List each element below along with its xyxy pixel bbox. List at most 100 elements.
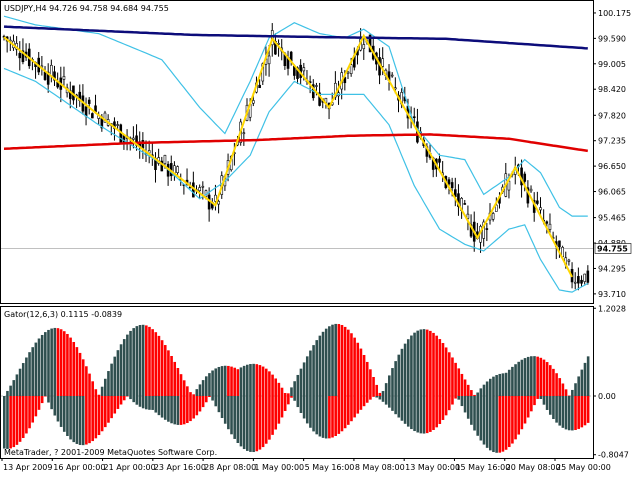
- gator-upper-bar: [296, 374, 300, 396]
- gator-lower-bar: [138, 395, 142, 407]
- gator-lower-bar: [15, 395, 19, 445]
- gator-lower-bar: [520, 395, 524, 430]
- gator-lower-bar: [482, 395, 486, 445]
- gator-lower-bar: [406, 395, 410, 427]
- candle-body: [463, 203, 467, 205]
- gator-upper-bar: [365, 361, 369, 396]
- gator-lower-bar: [173, 395, 177, 425]
- gator-lower-bar: [539, 395, 543, 400]
- gator-upper-bar: [353, 337, 356, 396]
- gator-upper-bar: [369, 369, 372, 396]
- candle-body: [548, 223, 552, 230]
- gator-upper-bar: [577, 376, 580, 396]
- gator-upper-bar: [198, 384, 202, 396]
- gator-upper-bar: [561, 383, 565, 396]
- gator-lower-bar: [574, 395, 577, 430]
- gator-lower-bar: [501, 395, 505, 452]
- gator-upper-bar: [261, 366, 265, 396]
- gator-upper-bar: [40, 334, 44, 396]
- gator-lower-bar: [422, 395, 426, 434]
- gator-upper-bar: [315, 340, 319, 396]
- candle-body: [50, 64, 53, 77]
- gator-lower-bar: [103, 395, 107, 428]
- gator-upper-bar: [230, 366, 233, 396]
- gator-upper-bar: [220, 366, 224, 396]
- gator-upper-bar: [293, 381, 296, 396]
- gator-lower-bar: [476, 395, 479, 436]
- gator-lower-bar: [195, 395, 199, 416]
- gator-upper-bar: [132, 328, 135, 396]
- x-tick-label: 20 May 08:00: [506, 463, 561, 472]
- price-tick-label: 96.650: [598, 162, 626, 171]
- price-tick-label: 96.065: [598, 188, 626, 197]
- gator-lower-bar: [485, 395, 489, 448]
- gator-upper-bar: [135, 326, 139, 396]
- gator-lower-bar: [3, 395, 6, 449]
- gator-upper-bar: [470, 390, 473, 396]
- gator-upper-bar: [227, 365, 230, 396]
- gator-lower-bar: [457, 395, 461, 400]
- gator-lower-bar: [473, 395, 476, 431]
- candle-body: [567, 259, 571, 262]
- gator-upper-bar: [406, 339, 410, 396]
- gator-upper-bar: [552, 368, 555, 396]
- gator-lower-bar: [321, 395, 325, 438]
- gator-lower-bar: [552, 395, 555, 420]
- gator-lower-bar: [182, 395, 186, 425]
- gator-upper-bar: [432, 332, 435, 396]
- candle-body: [18, 53, 22, 59]
- gator-lower-bar: [214, 395, 218, 407]
- gator-upper-bar: [309, 350, 312, 396]
- gator-upper-bar: [214, 368, 218, 396]
- price-tick-label: 97.820: [598, 111, 626, 120]
- gator-upper-bar: [160, 340, 164, 396]
- gator-upper-bar: [495, 375, 498, 396]
- gator-upper-bar: [526, 356, 530, 396]
- gator-upper-bar: [283, 393, 287, 396]
- gator-lower-bar: [331, 395, 334, 438]
- price-tick-label: 97.235: [598, 137, 626, 146]
- gator-upper-bar: [78, 352, 82, 396]
- gator-lower-bar: [258, 395, 262, 450]
- price-chart-header: USDJPY,H4 94.726 94.758 94.684 94.755: [4, 4, 169, 13]
- candle-body: [43, 71, 47, 80]
- candle-body: [545, 221, 549, 224]
- gator-upper-bar: [116, 350, 120, 396]
- price-tick-label: 99.005: [598, 60, 626, 69]
- gator-upper-bar: [545, 362, 549, 396]
- gator-lower-bar: [50, 395, 53, 410]
- gator-upper-bar: [340, 325, 344, 396]
- gator-lower-bar: [400, 395, 404, 421]
- gator-upper-bar: [264, 368, 268, 396]
- gator-upper-bar: [350, 333, 353, 396]
- gator-lower-bar: [388, 395, 391, 408]
- gator-upper-bar: [331, 324, 334, 396]
- gator-lower-bar: [274, 395, 278, 430]
- gator-upper-bar: [533, 356, 536, 396]
- gator-upper-bar: [56, 328, 60, 396]
- gator-lower-bar: [252, 395, 255, 453]
- gator-upper-bar: [479, 388, 483, 396]
- gator-upper-bar: [204, 376, 208, 396]
- gator-upper-bar: [454, 362, 457, 396]
- gator-upper-bar: [536, 356, 539, 396]
- x-tick-label: 21 Apr 00:00: [104, 463, 156, 472]
- gator-lower-bar: [246, 395, 249, 451]
- gator-upper-bar: [148, 326, 151, 396]
- gator-lower-bar: [511, 395, 514, 444]
- gator-lower-bar: [264, 395, 268, 444]
- gator-lower-bar: [324, 395, 328, 439]
- gator-tick-label: 1.2028: [598, 304, 626, 313]
- candle-body: [491, 213, 495, 220]
- gator-lower-bar: [548, 395, 552, 415]
- gator-upper-bar: [413, 332, 416, 396]
- gator-tick-label: 0.00: [598, 392, 616, 401]
- gator-lower-bar: [350, 395, 353, 422]
- gator-lower-bar: [167, 395, 170, 422]
- gator-lower-bar: [586, 395, 590, 423]
- gator-upper-bar: [154, 332, 158, 396]
- gator-upper-bar: [122, 339, 126, 396]
- gator-lower-bar: [337, 395, 341, 434]
- gator-lower-bar: [561, 395, 565, 428]
- gator-upper-bar: [37, 338, 41, 396]
